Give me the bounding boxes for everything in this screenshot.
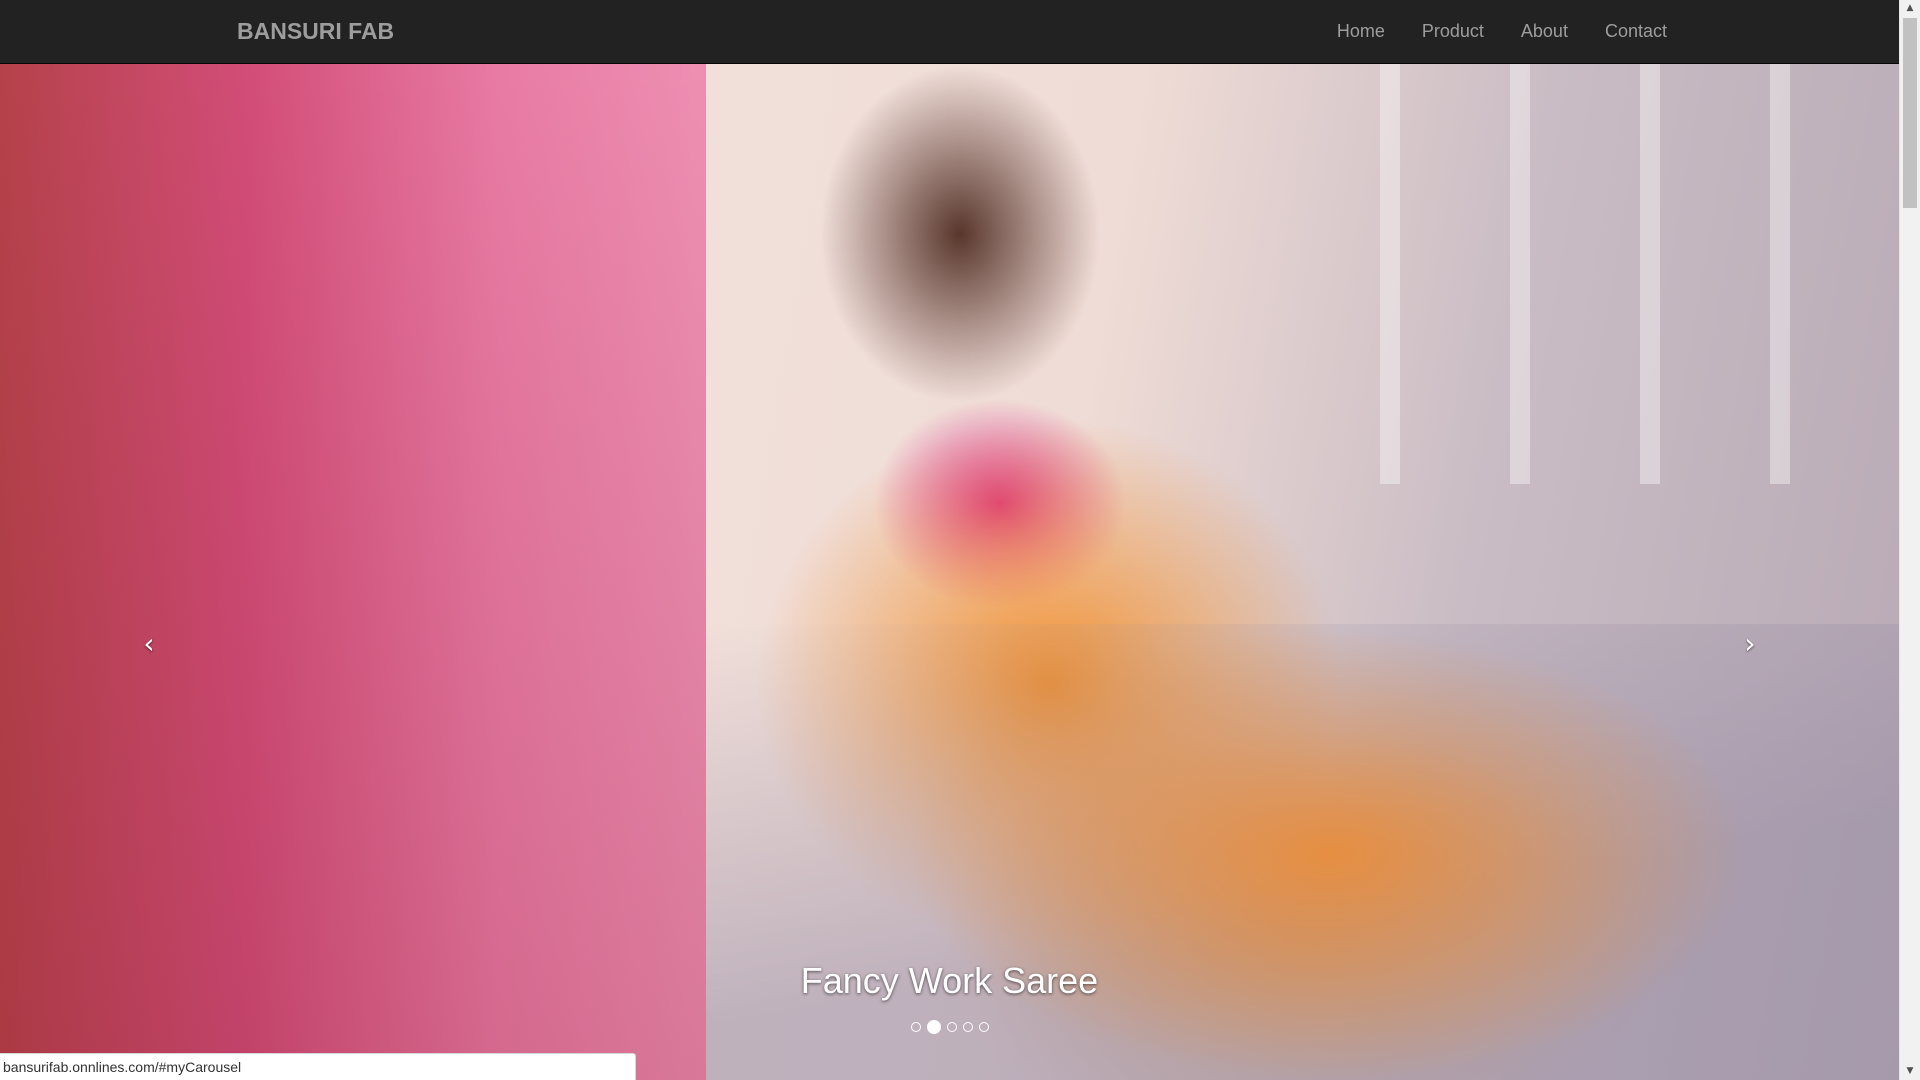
nav-link-product[interactable]: Product: [1403, 0, 1502, 63]
nav-link-home[interactable]: Home: [1318, 0, 1403, 63]
carousel-indicator-5[interactable]: [978, 1022, 989, 1032]
carousel-next-button[interactable]: ›: [1730, 624, 1770, 664]
chevron-right-icon: ›: [1744, 627, 1756, 660]
slide-window-backdrop: [1270, 64, 1870, 484]
scroll-up-arrow-icon[interactable]: ▲: [1900, 0, 1920, 17]
page-viewport: BANSURI FAB Home Product About Contact ‹…: [0, 0, 1899, 1080]
slide-pink-panel: [0, 64, 706, 1080]
carousel-indicator-1[interactable]: [910, 1022, 921, 1032]
scroll-down-arrow-icon[interactable]: ▼: [1900, 1063, 1920, 1080]
hero-carousel: ‹ › Fancy Work Saree: [0, 64, 1899, 1080]
nav-link-contact[interactable]: Contact: [1586, 0, 1667, 63]
main-nav: Home Product About Contact: [1318, 0, 1667, 63]
vertical-scrollbar[interactable]: ▲ ▼: [1899, 0, 1920, 1080]
carousel-indicators: [0, 1020, 1899, 1034]
brand-logo-link[interactable]: BANSURI FAB: [237, 0, 394, 63]
navbar: BANSURI FAB Home Product About Contact: [0, 0, 1899, 64]
status-bar-url: bansurifab.onnlines.com/#myCarousel: [0, 1053, 636, 1080]
chevron-left-icon: ‹: [143, 627, 155, 660]
carousel-prev-button[interactable]: ‹: [129, 624, 169, 664]
carousel-caption: Fancy Work Saree: [800, 960, 1099, 1001]
scrollbar-thumb[interactable]: [1903, 18, 1917, 208]
carousel-indicator-3[interactable]: [946, 1022, 957, 1032]
carousel-indicator-2[interactable]: [926, 1020, 941, 1034]
nav-link-about[interactable]: About: [1502, 0, 1586, 63]
carousel-indicator-4[interactable]: [962, 1022, 973, 1032]
